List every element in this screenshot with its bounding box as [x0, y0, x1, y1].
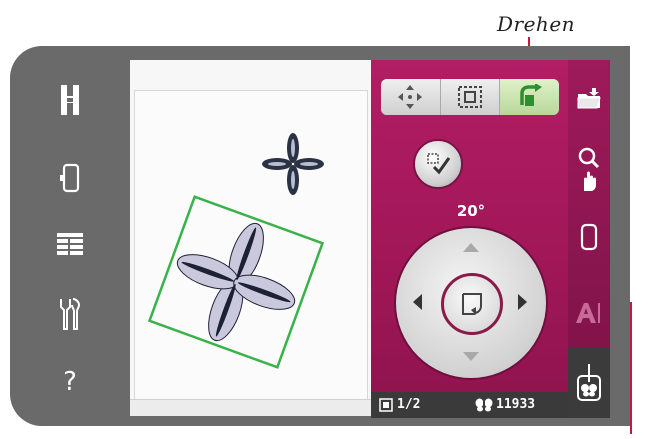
canvas-bottom-strip — [130, 399, 371, 416]
move-arrows-icon — [398, 85, 423, 109]
arrow-left-icon[interactable] — [413, 294, 422, 310]
stitchout-icon — [577, 364, 601, 401]
help-label: ? — [63, 367, 77, 397]
stitch-count: 11933 — [496, 397, 536, 412]
callout-label-rotate: Drehen — [497, 12, 576, 36]
embroidery-stitchout-button[interactable] — [568, 348, 610, 418]
embroidery-canvas[interactable] — [130, 60, 371, 416]
hoop-icon[interactable] — [50, 80, 90, 120]
selected-design — [147, 195, 325, 369]
resize-tool-button[interactable] — [440, 79, 501, 115]
arrow-right-icon[interactable] — [518, 294, 527, 310]
callout-line-center-vertical — [630, 302, 632, 434]
edit-tool-row — [381, 79, 559, 115]
edit-panel: 20° 1/2 11933 — [371, 60, 568, 418]
arrow-down-icon[interactable] — [463, 352, 479, 361]
page-square-icon — [379, 397, 393, 412]
right-toolbar — [568, 60, 610, 418]
fabric-icon[interactable] — [50, 158, 90, 198]
move-tool-button[interactable] — [381, 79, 441, 115]
rotate-step-icon — [462, 293, 482, 315]
list-icon[interactable] — [50, 224, 90, 264]
rotate-tool-button[interactable] — [500, 79, 559, 115]
stitch-counter: 11933 — [475, 397, 535, 412]
design-preview — [147, 133, 325, 369]
text-edit-icon[interactable] — [572, 296, 606, 330]
tools-icon[interactable] — [50, 294, 90, 334]
select-design-button[interactable] — [413, 139, 463, 189]
rotate-icon — [519, 84, 542, 106]
resize-frame-icon — [458, 86, 482, 108]
open-folder-icon[interactable] — [572, 82, 606, 116]
checkmark-icon — [427, 153, 451, 175]
rotate-step-button[interactable] — [441, 273, 503, 335]
butterfly-icon — [475, 398, 493, 411]
rotation-wheel[interactable] — [394, 226, 548, 380]
hoop-outline-icon[interactable] — [572, 220, 606, 254]
page-indicator: 1/2 — [379, 397, 420, 412]
arrow-up-icon[interactable] — [463, 243, 479, 252]
status-bar: 1/2 11933 — [371, 392, 568, 418]
rotation-angle: 20° — [456, 202, 486, 220]
page-count: 1/2 — [397, 397, 421, 412]
left-sidebar: ? — [10, 46, 130, 426]
small-flower-motif — [262, 133, 324, 195]
zoom-pan-icon[interactable] — [572, 146, 606, 194]
device-screen: ? 20° 1/2 11933 — [10, 46, 630, 426]
help-icon[interactable]: ? — [50, 362, 90, 402]
